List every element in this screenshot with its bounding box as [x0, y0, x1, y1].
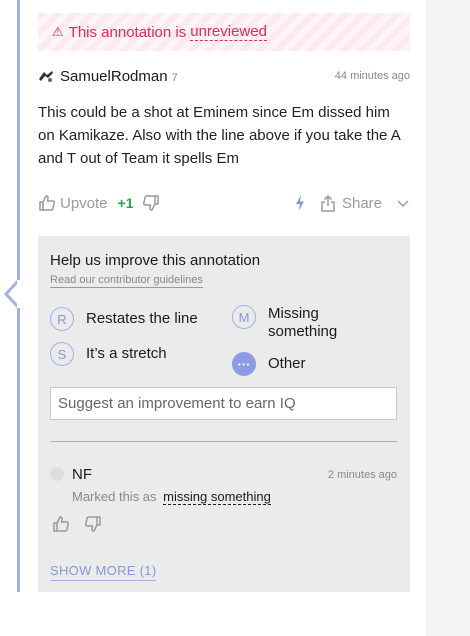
option-restates-line[interactable]: R Restates the line — [50, 307, 198, 331]
banner-text: This annotation is — [68, 23, 187, 41]
option-m-badge: M — [232, 305, 256, 329]
more-dots-icon: ··· — [232, 352, 256, 376]
downvote-button[interactable] — [142, 194, 160, 212]
right-sidebar-strip — [426, 0, 470, 636]
suggest-improvement-input[interactable] — [50, 387, 397, 420]
thumbs-down-icon[interactable] — [84, 515, 102, 533]
divider — [50, 441, 397, 442]
unreviewed-banner: ⚠ This annotation is unreviewed — [38, 13, 410, 51]
author-avatar-icon[interactable] — [38, 69, 54, 83]
comment-votes — [52, 515, 102, 533]
contributor-guidelines-link[interactable]: Read our contributor guidelines — [50, 274, 203, 288]
thumbs-up-icon[interactable] — [52, 515, 70, 533]
option-label: It’s a stretch — [86, 345, 167, 362]
annotation-timestamp[interactable]: 44 minutes ago — [335, 70, 410, 82]
share-label: Share — [341, 194, 382, 212]
unreviewed-link[interactable]: unreviewed — [190, 23, 267, 41]
option-stretch[interactable]: S It’s a stretch — [50, 342, 167, 366]
comment-timestamp: 2 minutes ago — [327, 469, 397, 481]
warning-triangle-icon: ⚠ — [52, 24, 64, 39]
chevron-down-icon[interactable] — [396, 198, 410, 208]
comment-marked-text: Marked this as missing something — [72, 489, 271, 505]
upvote-button[interactable]: Upvote — [38, 194, 108, 212]
option-label: Restates the line — [86, 310, 198, 327]
show-more-button[interactable]: SHOW MORE (1) — [50, 563, 157, 581]
commenter-name[interactable]: NF — [72, 466, 92, 483]
option-s-badge: S — [50, 342, 74, 366]
thumbs-up-icon — [39, 195, 56, 211]
rail-notch-arrow — [4, 280, 23, 308]
option-label: Missing something — [268, 305, 338, 340]
share-icon — [321, 195, 335, 212]
author-iq: 7 — [171, 72, 178, 84]
lightning-bolt-icon[interactable] — [294, 194, 306, 212]
author-name[interactable]: SamuelRodman — [60, 68, 168, 85]
marked-tag: missing something — [163, 489, 271, 505]
improve-title: Help us improve this annotation — [50, 252, 261, 269]
option-r-badge: R — [50, 307, 74, 331]
secondary-actions: Share — [294, 194, 410, 212]
marked-prefix: Marked this as — [72, 489, 157, 504]
author-row: SamuelRodman 7 44 minutes ago — [38, 66, 410, 86]
option-other[interactable]: ··· Other — [232, 352, 306, 376]
annotation-actions: Upvote +1 Share — [38, 190, 410, 216]
thumbs-down-icon — [142, 195, 159, 211]
upvote-label: Upvote — [60, 194, 108, 212]
share-button[interactable]: Share — [320, 194, 382, 212]
annotation-body: This could be a shot at Eminem since Em … — [38, 104, 400, 167]
option-missing-something[interactable]: M Missing something — [232, 305, 358, 341]
commenter-avatar[interactable] — [50, 467, 64, 481]
vote-count: +1 — [117, 195, 134, 211]
improve-annotation-box: Help us improve this annotation Read our… — [38, 236, 410, 592]
option-label: Other — [268, 355, 306, 372]
